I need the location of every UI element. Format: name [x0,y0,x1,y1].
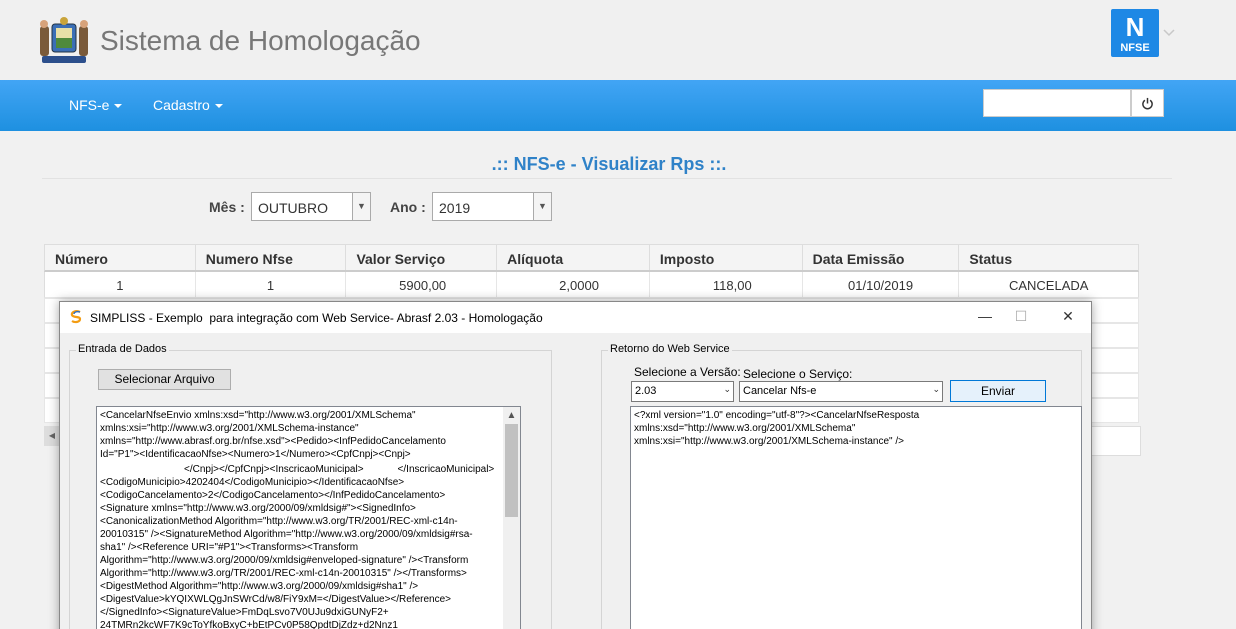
close-button[interactable]: ✕ [1058,308,1078,325]
simpliss-window: SIMPLISS - Exemplo para integração com W… [59,301,1092,629]
col-header-imposto[interactable]: Imposto [650,245,803,270]
col-header-valor-servico[interactable]: Valor Serviço [346,245,498,270]
mes-select-value: OUTUBRO [258,200,328,216]
col-header-data-emissao[interactable]: Data Emissão [803,245,960,270]
xml-line: <CanonicalizationMethod Algorithm="http:… [100,516,458,527]
cell-status: CANCELADA [1008,278,1089,293]
chevron-up-icon[interactable]: ▲ [503,409,520,422]
app-title: Sistema de Homologação [100,25,421,56]
cell-numero: 1 [45,272,196,297]
page: Sistema de Homologação N NFSE NFS-e Cada… [0,0,1236,629]
simpliss-icon [70,310,82,324]
xml-line: Algorithm="http://www.w3.org/TR/2001/REC… [100,568,467,579]
header: Sistema de Homologação N NFSE [0,0,1236,80]
scroll-left-icon[interactable]: ◀ [44,426,60,446]
nfse-badge-letter: N [1125,12,1145,42]
chevron-down-icon: ⌄ [723,384,731,394]
nav-item-cadastro[interactable]: Cadastro [153,97,223,113]
xml-line: Algorithm="http://www.w3.org/2000/09/xml… [100,555,469,566]
cell-valor-servico: 5900,00 [346,272,498,297]
xml-line: <CodigoCancelamento>2</CodigoCancelament… [100,490,446,501]
window-titlebar[interactable]: SIMPLISS - Exemplo para integração com W… [60,302,1091,333]
mes-label: Mês : [209,199,245,215]
xml-line: Id="P1"><IdentificacaoNfse><Numero>1</Nu… [100,449,411,460]
servico-select[interactable]: Cancelar Nfs-e ⌄ [739,381,943,402]
power-button[interactable] [1131,89,1164,117]
enviar-button[interactable]: Enviar [950,380,1046,402]
rps-table: Número Numero Nfse Valor Serviço Alíquot… [44,244,1139,298]
coat-of-arms-icon [40,17,88,63]
page-title: .:: NFS-e - Visualizar Rps ::. [491,154,727,174]
versao-select[interactable]: 2.03 ⌄ [631,381,734,402]
chevron-down-icon: ▼ [352,193,370,220]
cell-numero-nfse: 1 [196,272,347,297]
chevron-down-icon[interactable] [1163,29,1175,37]
table-row[interactable]: 1 1 5900,00 2,0000 118,00 01/10/2019 CAN… [44,272,1139,298]
xml-line: xmlns:xsd="http://www.w3.org/2001/XMLSch… [634,423,856,434]
search-input[interactable] [983,89,1131,117]
col-header-numero[interactable]: Número [45,245,196,270]
xml-line: 24TMRn2kcWF7K9cToYfkoBxyC+bEtPCv0P58Qpdt… [100,620,398,629]
chevron-down-icon: ▼ [533,193,551,220]
cell-data-emissao: 01/10/2019 [803,272,960,297]
xml-line-part: </Cnpj></CpfCnpj><InscricaoMunicipal> [184,464,364,475]
nfse-badge[interactable]: N NFSE [1111,9,1159,57]
xml-line: <?xml version="1.0" encoding="utf-8"?><C… [634,410,920,421]
table-header: Número Numero Nfse Valor Serviço Alíquot… [44,244,1139,272]
cell-aliquota: 2,0000 [497,272,650,297]
select-file-button[interactable]: Selecionar Arquivo [98,369,231,390]
xml-line: </Cnpj></CpfCnpj><InscricaoMunicipal> </I… [100,461,517,476]
cell-imposto: 118,00 [650,272,803,297]
chevron-down-icon: ⌄ [932,384,940,394]
power-icon [1142,97,1153,110]
nav-item-label: NFS-e [69,97,110,113]
entrada-label: Entrada de Dados [76,343,169,355]
col-header-status[interactable]: Status [959,245,1138,270]
vertical-scrollbar[interactable]: ▲ [503,407,520,629]
scrollbar-thumb[interactable] [505,424,518,517]
minimize-button[interactable]: — [975,308,995,324]
ano-label: Ano : [390,199,426,215]
retorno-xml-textarea[interactable]: <?xml version="1.0" encoding="utf-8"?><C… [630,406,1082,629]
xml-line: <DigestMethod Algorithm="http://www.w3.o… [100,581,419,592]
xml-line: xmlns:xsi="http://www.w3.org/2001/XMLSch… [634,436,904,447]
xml-line: <Signature xmlns="http://www.w3.org/2000… [100,503,416,514]
versao-label: Selecione a Versão: [634,365,741,379]
xml-line: sha1" /><Reference URI="#P1"><Transforms… [100,542,359,553]
maximize-button[interactable]: ☐ [1011,308,1031,325]
xml-line: <DigestValue>kYQIXWLQgJnSWrCd/w8/FiY9xM=… [100,594,452,605]
window-title: SIMPLISS - Exemplo para integração com W… [90,311,543,325]
caret-down-icon [214,104,223,109]
versao-select-value: 2.03 [635,385,657,397]
xml-line: xmlns="http://www.abrasf.org.br/nfse.xsd… [100,436,446,447]
xml-line: <CancelarNfseEnvio xmlns:xsd="http://www… [100,410,416,421]
xml-line: xmlns:xsi="http://www.w3.org/2001/XMLSch… [100,423,359,434]
nav-item-label: Cadastro [153,97,210,113]
divider [42,178,1172,179]
xml-line: <CodigoMunicipio>4202404</CodigoMunicipi… [100,477,405,488]
entrada-xml-textarea[interactable]: <CancelarNfseEnvio xmlns:xsd="http://www… [96,406,521,629]
nav-item-nfse[interactable]: NFS-e [69,97,123,113]
mes-select[interactable]: OUTUBRO ▼ [251,192,371,221]
nfse-badge-text: NFSE [1120,42,1150,54]
xml-line: </SignedInfo><SignatureValue>FmDqLsvo7V0… [100,607,389,618]
col-header-numero-nfse[interactable]: Numero Nfse [196,245,347,270]
retorno-label: Retorno do Web Service [608,343,732,355]
servico-select-value: Cancelar Nfs-e [743,385,817,397]
ano-select[interactable]: 2019 ▼ [432,192,552,221]
col-header-aliquota[interactable]: Alíquota [497,245,650,270]
servico-label: Selecione o Serviço: [743,367,853,381]
xml-line-part: </InscricaoMunicipal> [397,464,495,475]
table-pager [1090,426,1141,456]
caret-down-icon [114,104,123,109]
xml-line: 20010315" /><SignatureMethod Algorithm="… [100,529,473,540]
ano-select-value: 2019 [439,200,471,216]
